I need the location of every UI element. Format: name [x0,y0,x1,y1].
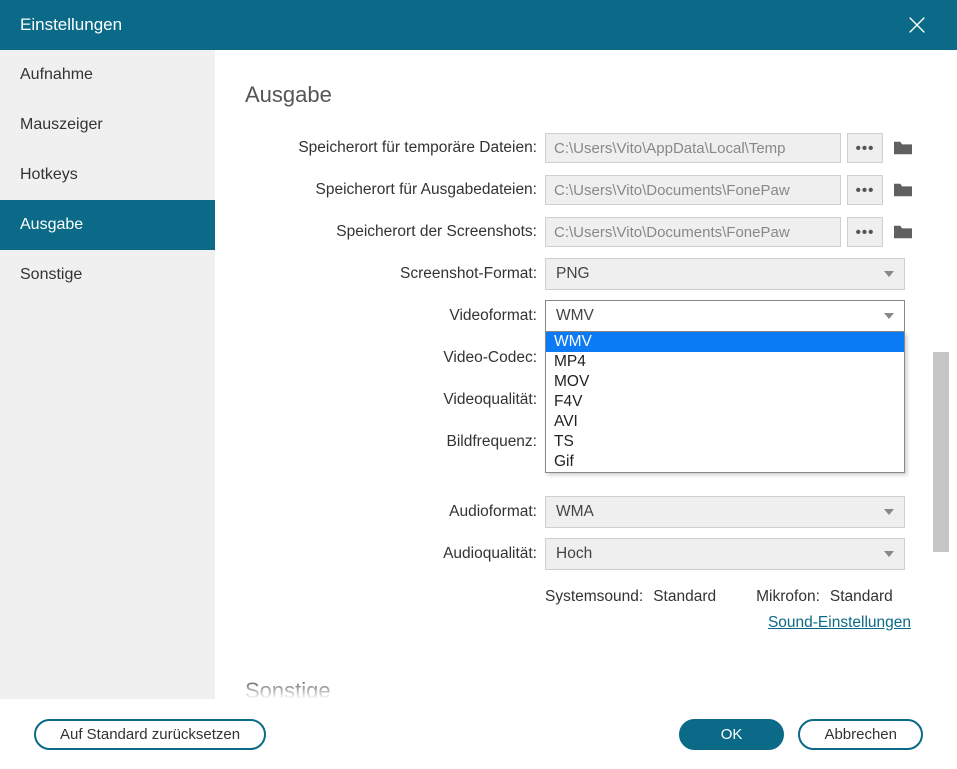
label-screenshot-format: Screenshot-Format: [245,265,545,283]
sidebar: Aufnahme Mauszeiger Hotkeys Ausgabe Sons… [0,50,215,699]
audio-quality-value: Hoch [556,545,592,563]
value-mic: Standard [830,588,893,606]
cancel-button[interactable]: Abbrechen [798,719,923,750]
video-format-option-mov[interactable]: MOV [546,372,904,392]
folder-icon [892,181,914,199]
titlebar: Einstellungen [0,0,957,50]
section-title-ausgabe: Ausgabe [245,82,917,108]
video-format-option-gif[interactable]: Gif [546,452,904,472]
section-title-sonstige: Sonstige [245,678,917,699]
scrollbar-thumb[interactable] [933,352,949,552]
video-format-option-avi[interactable]: AVI [546,412,904,432]
label-mic: Mikrofon: [756,588,820,606]
screenshot-path-open-folder-button[interactable] [889,218,917,246]
chevron-down-icon [884,313,894,319]
screenshot-format-select[interactable]: PNG [545,258,905,290]
video-format-option-mp4[interactable]: MP4 [546,352,904,372]
output-path-open-folder-button[interactable] [889,176,917,204]
ok-button[interactable]: OK [679,719,785,750]
sidebar-item-hotkeys[interactable]: Hotkeys [0,150,215,200]
sidebar-item-ausgabe[interactable]: Ausgabe [0,200,215,250]
audio-format-value: WMA [556,503,594,521]
label-video-codec: Video-Codec: [245,349,545,367]
chevron-down-icon [884,509,894,515]
video-format-option-wmv[interactable]: WMV [546,332,904,352]
chevron-down-icon [884,551,894,557]
temp-path-open-folder-button[interactable] [889,134,917,162]
screenshot-path-browse-button[interactable]: ••• [847,217,883,247]
screenshot-path-input[interactable]: C:\Users\Vito\Documents\FonePaw [545,217,841,247]
sidebar-item-aufnahme[interactable]: Aufnahme [0,50,215,100]
video-format-select[interactable]: WMV [545,300,905,332]
close-button[interactable] [897,5,937,45]
content-pane: Ausgabe Speicherort für temporäre Dateie… [215,50,957,699]
close-icon [906,14,928,36]
reset-defaults-button[interactable]: Auf Standard zurücksetzen [34,719,266,750]
label-audio-quality: Audioqualität: [245,545,545,563]
value-syssound: Standard [653,588,716,606]
video-format-option-f4v[interactable]: F4V [546,392,904,412]
audio-format-select[interactable]: WMA [545,496,905,528]
label-temp-path: Speicherort für temporäre Dateien: [245,139,545,157]
ellipsis-icon: ••• [856,224,875,241]
sidebar-item-mauszeiger[interactable]: Mauszeiger [0,100,215,150]
sidebar-item-sonstige[interactable]: Sonstige [0,250,215,300]
output-path-browse-button[interactable]: ••• [847,175,883,205]
temp-path-browse-button[interactable]: ••• [847,133,883,163]
label-framerate: Bildfrequenz: [245,433,545,451]
ellipsis-icon: ••• [856,140,875,157]
label-audio-format: Audioformat: [245,503,545,521]
output-path-input[interactable]: C:\Users\Vito\Documents\FonePaw [545,175,841,205]
ellipsis-icon: ••• [856,182,875,199]
label-output-path: Speicherort für Ausgabedateien: [245,181,545,199]
label-video-format: Videoformat: [245,307,545,325]
label-video-quality: Videoqualität: [245,391,545,409]
folder-icon [892,139,914,157]
chevron-down-icon [884,271,894,277]
label-screenshot-path: Speicherort der Screenshots: [245,223,545,241]
label-syssound: Systemsound: [545,588,643,606]
video-format-option-ts[interactable]: TS [546,432,904,452]
temp-path-input[interactable]: C:\Users\Vito\AppData\Local\Temp [545,133,841,163]
titlebar-title: Einstellungen [20,15,122,35]
sound-settings-link[interactable]: Sound-Einstellungen [768,614,911,631]
footer: Auf Standard zurücksetzen OK Abbrechen [0,699,957,769]
screenshot-format-value: PNG [556,265,590,283]
video-format-dropdown: WMV MP4 MOV F4V AVI TS Gif [545,332,905,473]
folder-icon [892,223,914,241]
audio-quality-select[interactable]: Hoch [545,538,905,570]
video-format-value: WMV [556,307,594,325]
